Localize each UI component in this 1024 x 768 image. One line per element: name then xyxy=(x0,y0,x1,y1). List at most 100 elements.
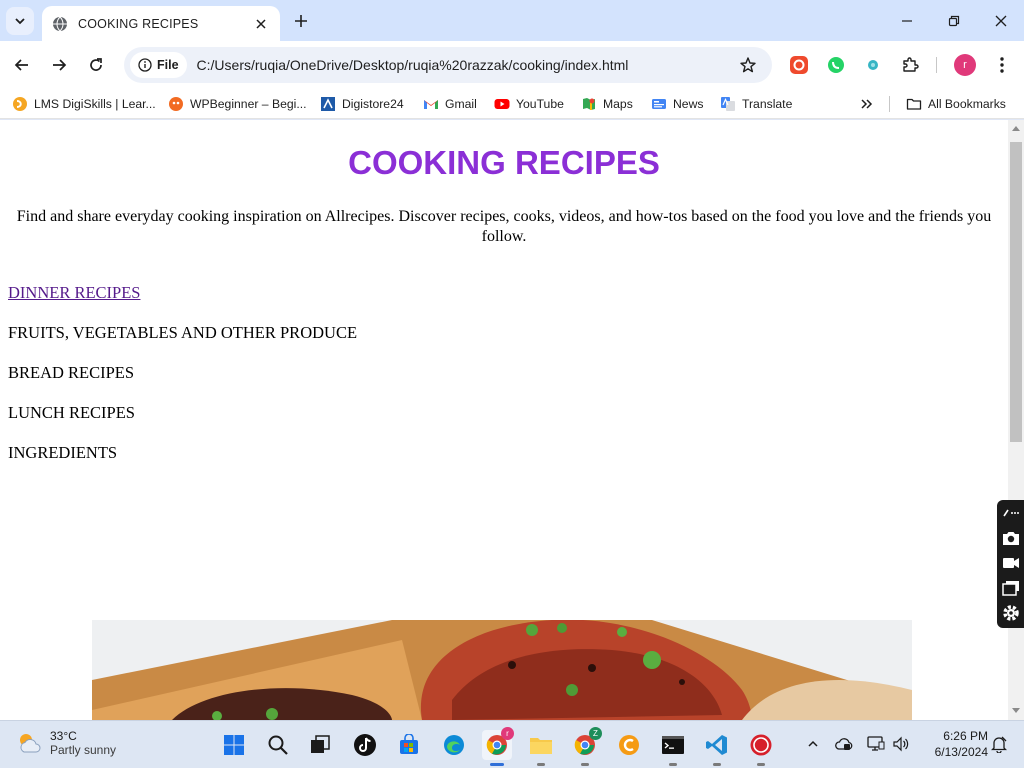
video-camera-icon[interactable] xyxy=(1002,554,1020,572)
extension-teal-icon[interactable] xyxy=(861,53,885,77)
speaker-icon xyxy=(893,736,909,752)
file-chip-label: File xyxy=(157,58,179,72)
record-icon xyxy=(750,734,772,756)
page-scrollbar[interactable] xyxy=(1008,120,1024,720)
extension-red-icon[interactable] xyxy=(787,53,811,77)
task-view-icon xyxy=(311,735,330,753)
terminal-app[interactable] xyxy=(658,730,688,766)
browser-tab-active[interactable]: COOKING RECIPES xyxy=(42,6,280,41)
clock-time: 6:26 PM xyxy=(943,729,988,743)
bookmark-translate[interactable]: Translate xyxy=(720,94,792,114)
clock-date: 6/13/2024 xyxy=(934,745,988,759)
start-button[interactable] xyxy=(219,730,249,760)
bookmark-youtube[interactable]: YouTube xyxy=(494,94,564,114)
bookmark-digiskills[interactable]: LMS DigiSkills | Lear... xyxy=(12,94,156,114)
microsoft-store-app[interactable] xyxy=(394,730,424,760)
pin-more-icon[interactable] xyxy=(1002,504,1020,522)
chrome-app-active[interactable]: r xyxy=(482,727,514,766)
gear-icon[interactable] xyxy=(1002,604,1020,622)
system-clock[interactable]: 6:26 PM 6/13/2024 xyxy=(918,728,988,760)
scroll-up-arrow-icon[interactable] xyxy=(1012,126,1020,131)
recipe-menu: DINNER RECIPES FRUITS, VEGETABLES AND OT… xyxy=(8,283,357,483)
bookmark-label: WPBeginner – Begi... xyxy=(190,97,307,111)
page-viewport: COOKING RECIPES Find and share everyday … xyxy=(0,120,1008,720)
recorder-app[interactable] xyxy=(746,730,776,766)
tab-search-button[interactable] xyxy=(6,7,34,35)
dinner-recipes-link[interactable]: DINNER RECIPES xyxy=(8,283,140,302)
double-chevron-right-icon xyxy=(861,99,873,109)
site-info-chip[interactable]: File xyxy=(130,52,187,78)
restore-button[interactable] xyxy=(941,8,967,34)
url-text[interactable]: C:/Users/ruqia/OneDrive/Desktop/ruqia%20… xyxy=(197,57,736,73)
profile-avatar[interactable]: r xyxy=(954,54,976,76)
tab-close-icon[interactable] xyxy=(252,15,270,33)
globe-icon xyxy=(53,16,67,31)
minimize-button[interactable] xyxy=(894,8,920,34)
address-bar[interactable]: File C:/Users/ruqia/OneDrive/Desktop/ruq… xyxy=(124,47,772,83)
more-bookmarks-button[interactable] xyxy=(858,94,874,114)
toolbar-divider xyxy=(936,57,937,73)
bookmark-maps[interactable]: Maps xyxy=(581,94,633,114)
close-window-button[interactable] xyxy=(988,8,1014,34)
reload-icon xyxy=(90,58,102,71)
task-view-button[interactable] xyxy=(305,730,335,760)
running-indicator xyxy=(669,763,677,766)
whatsapp-icon[interactable] xyxy=(824,53,848,77)
scrollbar-thumb[interactable] xyxy=(1010,142,1022,442)
orange-app[interactable] xyxy=(614,730,644,760)
capture-toolbar xyxy=(997,500,1024,628)
bookmark-gmail[interactable]: Gmail xyxy=(423,94,477,114)
new-tab-button[interactable] xyxy=(290,10,312,32)
store-icon xyxy=(400,734,418,754)
youtube-icon xyxy=(494,99,510,109)
onedrive-tray[interactable] xyxy=(834,734,854,754)
maps-icon xyxy=(583,98,595,110)
weather-widget[interactable]: 33°C Partly sunny xyxy=(16,729,116,757)
vscode-icon xyxy=(706,735,727,755)
network-tray[interactable] xyxy=(866,734,886,754)
taskbar-search[interactable] xyxy=(263,730,293,760)
menu-item-ingredients: INGREDIENTS xyxy=(8,443,118,462)
camera-icon[interactable] xyxy=(1002,529,1020,547)
file-explorer-app[interactable] xyxy=(526,730,556,766)
tiktok-app[interactable] xyxy=(350,730,380,760)
folder-icon xyxy=(906,98,922,110)
arrow-left-icon xyxy=(14,59,28,71)
edge-app[interactable] xyxy=(439,730,469,760)
terminal-icon xyxy=(662,736,684,754)
forward-button[interactable] xyxy=(45,51,73,79)
notification-center[interactable] xyxy=(989,734,1009,754)
notification-bell-icon xyxy=(991,736,1007,753)
bookmark-label: YouTube xyxy=(516,97,564,111)
food-image xyxy=(92,620,912,720)
close-icon xyxy=(995,15,1007,27)
bookmark-label: Gmail xyxy=(445,97,477,111)
back-button[interactable] xyxy=(8,51,36,79)
bookmarks-divider xyxy=(889,96,890,112)
menu-kebab-icon[interactable] xyxy=(990,53,1014,77)
all-bookmarks-button[interactable]: All Bookmarks xyxy=(906,94,1006,114)
bookmark-digistore24[interactable]: Digistore24 xyxy=(320,94,404,114)
tiktok-icon xyxy=(354,734,376,756)
running-indicator xyxy=(713,763,721,766)
chevron-down-icon xyxy=(15,18,25,25)
show-hidden-icons-button[interactable] xyxy=(803,734,823,754)
windows-logo-icon xyxy=(224,735,244,755)
scroll-down-arrow-icon[interactable] xyxy=(1012,708,1020,713)
vscode-app[interactable] xyxy=(702,730,732,766)
bookmark-wpbeginner[interactable]: WPBeginner – Begi... xyxy=(168,94,307,114)
bookmark-news[interactable]: News xyxy=(651,94,703,114)
volume-tray[interactable] xyxy=(891,734,911,754)
reload-button[interactable] xyxy=(82,51,110,79)
extensions-puzzle-icon[interactable] xyxy=(898,53,922,77)
plus-icon xyxy=(295,15,307,27)
news-icon xyxy=(652,99,666,109)
bookmark-star-icon[interactable] xyxy=(736,53,760,77)
all-bookmarks-label: All Bookmarks xyxy=(928,97,1006,111)
bookmark-label: Digistore24 xyxy=(342,97,404,111)
gallery-icon[interactable] xyxy=(1001,579,1020,597)
chrome-app-second-profile[interactable]: Z xyxy=(570,727,602,766)
browser-toolbar: File C:/Users/ruqia/OneDrive/Desktop/ruq… xyxy=(0,41,1024,89)
menu-item-dinner[interactable]: DINNER RECIPES xyxy=(8,283,357,323)
network-icon xyxy=(867,736,885,751)
